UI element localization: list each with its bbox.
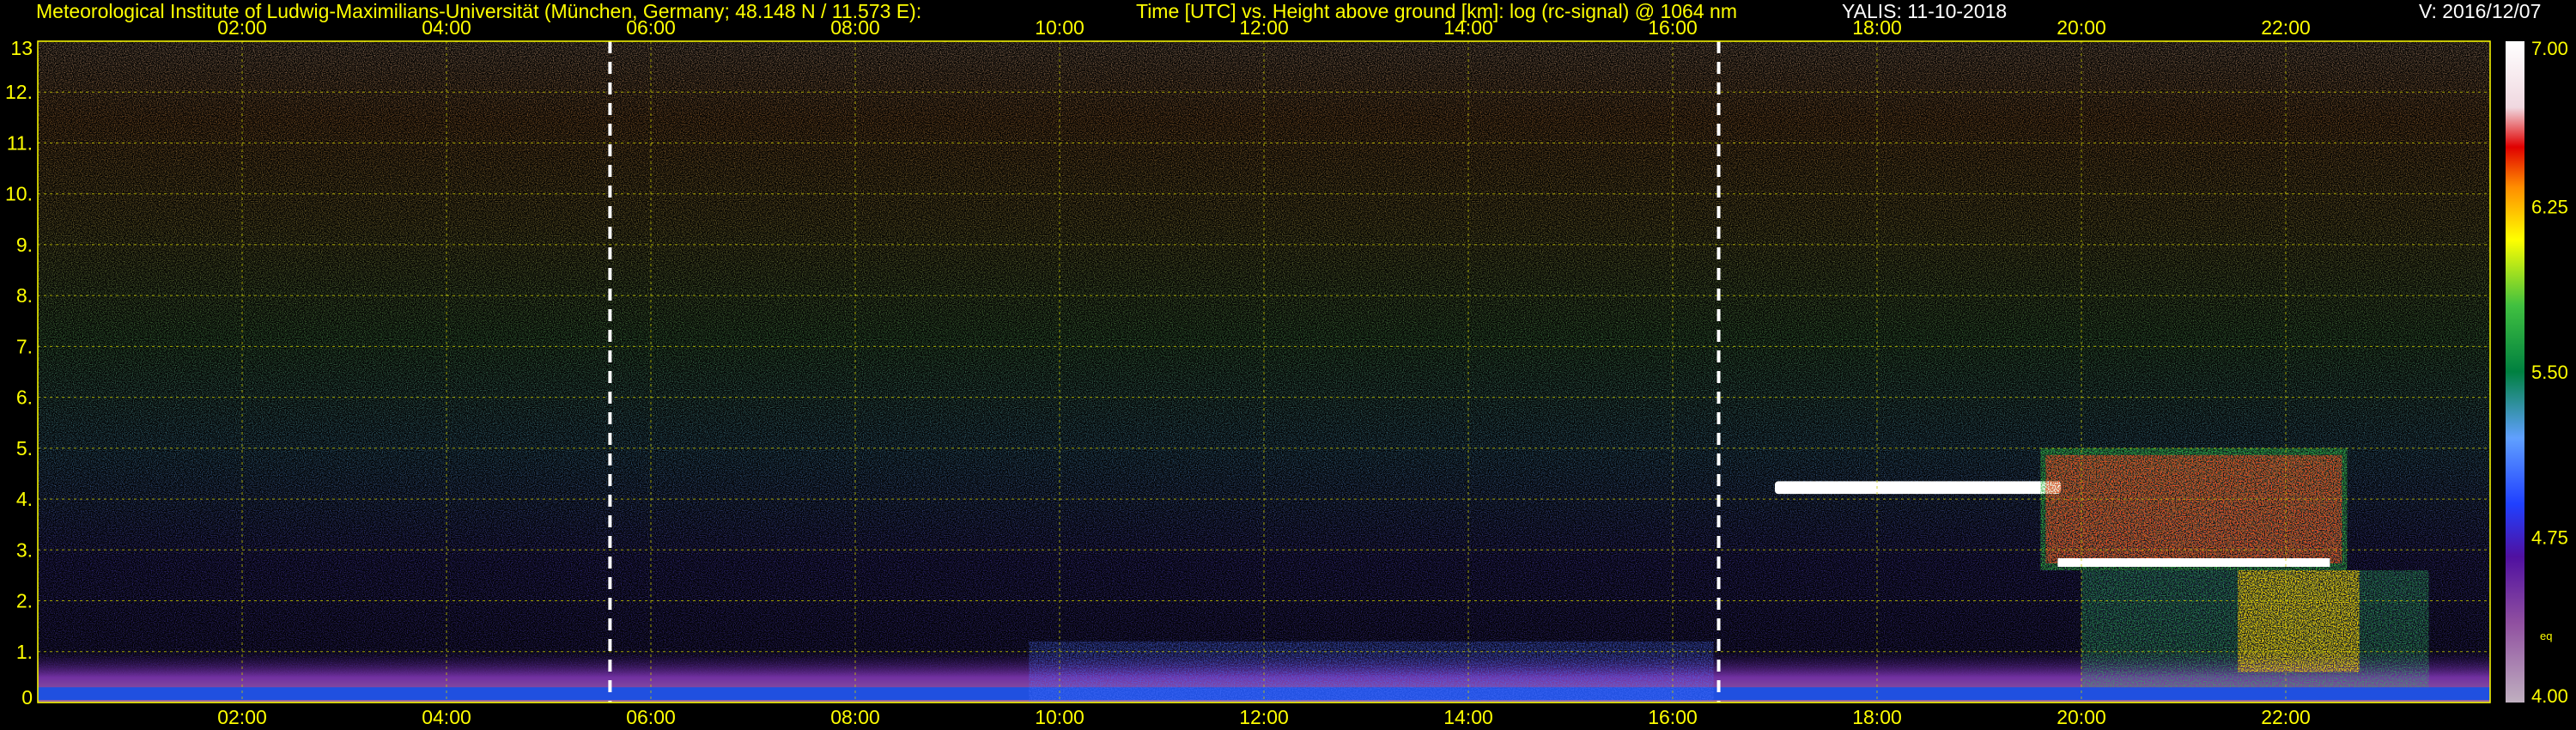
x-tick-label-bottom: 22:00 (2261, 706, 2311, 728)
y-tick-label: 0 (21, 686, 33, 709)
feature-precipitation-fall-streaks (2238, 570, 2360, 672)
colorbar-tick-label: 4.00 (2531, 685, 2568, 707)
x-tick-label-top: 22:00 (2261, 16, 2311, 39)
y-tick-label: 9. (16, 234, 33, 256)
y-tick-label: 8. (16, 284, 33, 307)
y-tick-label: 1. (16, 641, 33, 663)
y-tick-label: 3. (16, 538, 33, 561)
y-tick-label: 12. (5, 81, 33, 103)
feature-cloud-layer-base (2057, 558, 2330, 567)
feature-cloud-layer (1775, 481, 2062, 495)
colorbar-tick-label: 6.25 (2531, 197, 2568, 218)
x-tick-label-top: 04:00 (422, 16, 471, 39)
colorbar-eq-label: eq (2540, 630, 2552, 642)
x-tick-label-bottom: 08:00 (830, 706, 880, 728)
x-tick-label-top: 20:00 (2057, 16, 2106, 39)
x-tick-label-top: 18:00 (1852, 16, 1902, 39)
y-tick-label: 2. (16, 590, 33, 612)
x-tick-label-top: 06:00 (626, 16, 676, 39)
feature-cloud-layer (2045, 454, 2342, 563)
x-tick-label-bottom: 20:00 (2057, 706, 2106, 728)
y-tick-label: 4. (16, 488, 33, 510)
lidar-heatmap-chart: 02:00 02:00 04:00 04:00 06:00 06:00 08:00 08:00… (5, 16, 2568, 728)
y-tick-label: 5. (16, 437, 33, 459)
x-tick-label-top: 14:00 (1443, 16, 1493, 39)
x-tick-label-bottom: 18:00 (1852, 706, 1902, 728)
x-tick-label-top: 08:00 (830, 16, 880, 39)
y-tick-label: 10. (5, 183, 33, 205)
y-tick-label: 6. (16, 386, 33, 409)
colorbar-tick-label: 5.50 (2531, 362, 2568, 383)
colorbar (2506, 41, 2524, 703)
y-tick-label: 11. (7, 131, 33, 154)
x-tick-label-top: 02:00 (217, 16, 267, 39)
y-tick-label: 13 (10, 37, 33, 59)
x-tick-label-top: 16:00 (1648, 16, 1698, 39)
x-tick-label-bottom: 02:00 (217, 706, 267, 728)
x-tick-label-bottom: 12:00 (1239, 706, 1289, 728)
x-tick-label-bottom: 06:00 (626, 706, 676, 728)
x-tick-label-bottom: 16:00 (1648, 706, 1698, 728)
x-tick-label-top: 12:00 (1239, 16, 1289, 39)
x-tick-label-bottom: 10:00 (1035, 706, 1084, 728)
x-tick-label-bottom: 14:00 (1443, 706, 1493, 728)
x-tick-label-top: 10:00 (1035, 16, 1084, 39)
feature-daytime-mixing-layer (1029, 641, 1714, 703)
colorbar-tick-label: 7.00 (2531, 38, 2568, 59)
x-tick-label-bottom: 04:00 (422, 706, 471, 728)
y-tick-label: 7. (16, 335, 33, 357)
colorbar-tick-label: 4.75 (2531, 527, 2568, 549)
